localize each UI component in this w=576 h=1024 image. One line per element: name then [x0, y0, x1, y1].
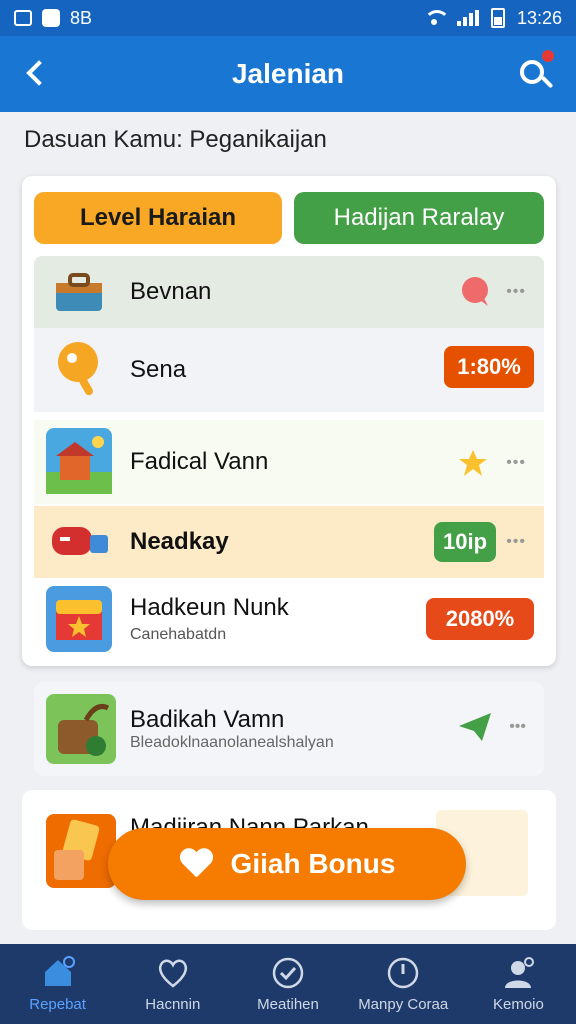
nav-item-repebat[interactable]: Repebat	[0, 944, 115, 1024]
app-bar: Jalenian	[0, 36, 576, 112]
get-bonus-label: Giiah Bonus	[230, 848, 396, 879]
reward-badge: 10ip	[434, 522, 496, 562]
item-name: Fadical Vann	[130, 448, 269, 475]
more-icon[interactable]: •••	[506, 283, 526, 301]
more-icon[interactable]: •••	[506, 533, 526, 551]
list-item[interactable]: Bevnan •••	[34, 256, 544, 328]
signal-icon	[456, 10, 479, 26]
wifi-icon	[423, 10, 450, 26]
nav-item-hacnnin[interactable]: Hacnnin	[115, 944, 230, 1024]
item-name: Sena	[130, 356, 187, 383]
home-icon	[44, 955, 75, 986]
tab-level-haraian[interactable]: Level Haraian	[34, 192, 282, 244]
status-time: 13:26	[516, 7, 562, 28]
profile-icon	[505, 956, 535, 988]
tiles-icon	[46, 814, 116, 888]
notification-dot	[540, 48, 556, 64]
list-item[interactable]: Hadkeun Nunk Canehabatdn 2080%	[34, 580, 544, 658]
item-name: Neadkay	[130, 528, 229, 555]
heart-icon	[179, 849, 213, 879]
item-subtitle: Bleadoklnaanolanealshalyan	[130, 734, 334, 751]
page-title: Jalenian	[231, 58, 345, 89]
item-name: Badikah Vamn	[130, 706, 285, 733]
treasure-chest-icon	[46, 586, 112, 652]
more-icon[interactable]: •••	[509, 718, 526, 736]
nav-item-manpy-coraa[interactable]: Manpy Coraa	[346, 944, 461, 1024]
list-item[interactable]: Fadical Vann •••	[34, 420, 544, 504]
nav-label: Hacnnin	[145, 995, 201, 1013]
tab-bar: Level Haraian Hadijan Raralay	[34, 192, 544, 244]
item-name: Bevnan	[130, 278, 212, 305]
star-icon	[459, 450, 487, 476]
mailbox-icon	[46, 509, 112, 575]
status-text: 8B	[70, 7, 93, 28]
list-item[interactable]: Badikah Vamn Bleadoklnaanolanealshalyan …	[34, 682, 544, 776]
item-name: Hadkeun Nunk	[130, 594, 289, 621]
more-icon[interactable]: •••	[506, 454, 526, 472]
item-subtitle: Canehabatdn	[130, 626, 227, 643]
clock-icon	[387, 957, 419, 988]
get-bonus-button[interactable]: Giiah Bonus	[108, 828, 466, 900]
bottom-navigation: Repebat Hacnnin Meatihen Manpy Coraa Kem…	[0, 944, 576, 1024]
reward-badge: 1:80%	[444, 346, 534, 388]
rewards-card: Level Haraian Hadijan Raralay Bevnan •••…	[22, 176, 556, 666]
paper-plane-icon	[459, 713, 491, 741]
lollipop-icon	[46, 336, 112, 402]
heart-icon	[158, 959, 187, 988]
status-bar: 8B 13:26	[0, 0, 576, 36]
house-icon	[46, 428, 112, 494]
nav-label: Manpy Coraa	[358, 995, 449, 1013]
list-item[interactable]: Sena 1:80%	[34, 328, 544, 412]
nav-label: Meatihen	[257, 995, 319, 1013]
list-item[interactable]: Neadkay 10ip •••	[34, 506, 544, 578]
nav-label: Kemoio	[492, 995, 544, 1013]
barrel-icon	[46, 694, 116, 764]
nav-label: Repebat	[29, 995, 86, 1013]
section-subtitle: Dasuan Kamu: Peganikaijan	[24, 126, 327, 153]
battery-icon	[490, 8, 505, 28]
nav-item-meatihen[interactable]: Meatihen	[230, 944, 345, 1024]
tab-hadijan-raralay[interactable]: Hadijan Raralay	[294, 192, 544, 244]
check-circle-icon	[272, 957, 304, 988]
notification-icon	[42, 9, 60, 27]
back-arrow-icon[interactable]	[24, 60, 48, 84]
nav-item-kemoio[interactable]: Kemoio	[461, 944, 576, 1024]
toolbox-icon	[46, 259, 112, 325]
reward-badge: 2080%	[426, 598, 534, 640]
search-icon[interactable]	[518, 48, 556, 92]
chat-bubble-icon	[462, 277, 488, 306]
image-icon	[14, 10, 32, 26]
